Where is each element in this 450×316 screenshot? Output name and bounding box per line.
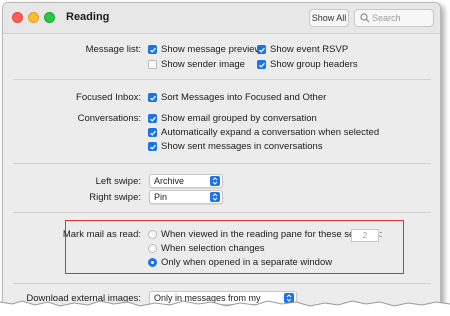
radio-button [148,230,157,239]
chevron-updown-icon [210,176,220,186]
minimize-window-button[interactable] [28,12,39,23]
show-all-button[interactable]: Show All [309,9,349,27]
seconds-input[interactable]: 2 [351,229,379,242]
checkbox-label: Show sender image [161,59,245,70]
mark-read-selection-changes-radio[interactable]: When selection changes [148,243,265,254]
popup-value: Archive [154,176,185,186]
mark-read-label: Mark mail as read: [62,229,141,240]
show-group-headers-checkbox[interactable]: Show group headers [257,59,358,70]
checkmark-icon [257,60,266,69]
right-swipe-label: Right swipe: [89,192,141,203]
divider [13,283,431,284]
search-field[interactable]: Search [354,9,434,27]
close-window-button[interactable] [12,12,23,23]
radio-label: Only when opened in a separate window [161,257,333,268]
show-sent-messages-checkbox[interactable]: Show sent messages in conversations [148,141,323,152]
checkmark-icon [148,114,157,123]
preferences-window: Reading Show All Search Message list: Sh… [2,2,441,310]
mark-read-reading-pane-radio[interactable]: When viewed in the reading pane for thes… [148,229,382,240]
checkmark-icon [148,142,157,151]
checkbox-label: Show email grouped by conversation [161,113,317,124]
radio-button-selected [148,258,157,267]
checkbox-label: Show event RSVP [270,44,349,55]
show-message-preview-checkbox[interactable]: Show message preview [148,44,261,55]
checkbox-label: Show sent messages in conversations [161,141,323,152]
checkbox-label: Sort Messages into Focused and Other [161,92,327,103]
show-sender-image-checkbox[interactable]: Show sender image [148,59,245,70]
title-bar: Reading Show All Search [3,3,440,34]
window-title: Reading [66,11,110,23]
search-placeholder: Search [372,13,401,23]
sort-focused-other-checkbox[interactable]: Sort Messages into Focused and Other [148,92,326,103]
checkbox-label: Show group headers [270,59,358,70]
left-swipe-popup[interactable]: Archive [149,174,223,188]
show-event-rsvp-checkbox[interactable]: Show event RSVP [257,44,348,55]
radio-button [148,244,157,253]
checkbox-box [148,60,157,69]
divider [13,212,431,213]
group-by-conversation-checkbox[interactable]: Show email grouped by conversation [148,113,317,124]
checkmark-icon [148,93,157,102]
checkmark-icon [148,45,157,54]
message-list-label: Message list: [85,44,141,55]
divider [13,163,431,164]
search-icon [360,13,370,23]
mark-read-separate-window-radio[interactable]: Only when opened in a separate window [148,257,332,268]
checkmark-icon [148,128,157,137]
radio-label: When viewed in the reading pane for thes… [161,229,383,240]
checkmark-icon [257,45,266,54]
popup-value: Pin [154,192,168,202]
radio-label: When selection changes [161,243,265,254]
chevron-updown-icon [210,192,220,202]
left-swipe-label: Left swipe: [95,176,141,187]
checkbox-label: Show message preview [161,44,262,55]
focused-inbox-label: Focused Inbox: [76,92,141,103]
zoom-window-button[interactable] [44,12,55,23]
conversations-label: Conversations: [77,113,141,124]
right-swipe-popup[interactable]: Pin [149,190,223,204]
auto-expand-conversation-checkbox[interactable]: Automatically expand a conversation when… [148,127,379,138]
divider [13,79,431,80]
checkbox-label: Automatically expand a conversation when… [161,127,380,138]
torn-edge [0,300,450,316]
